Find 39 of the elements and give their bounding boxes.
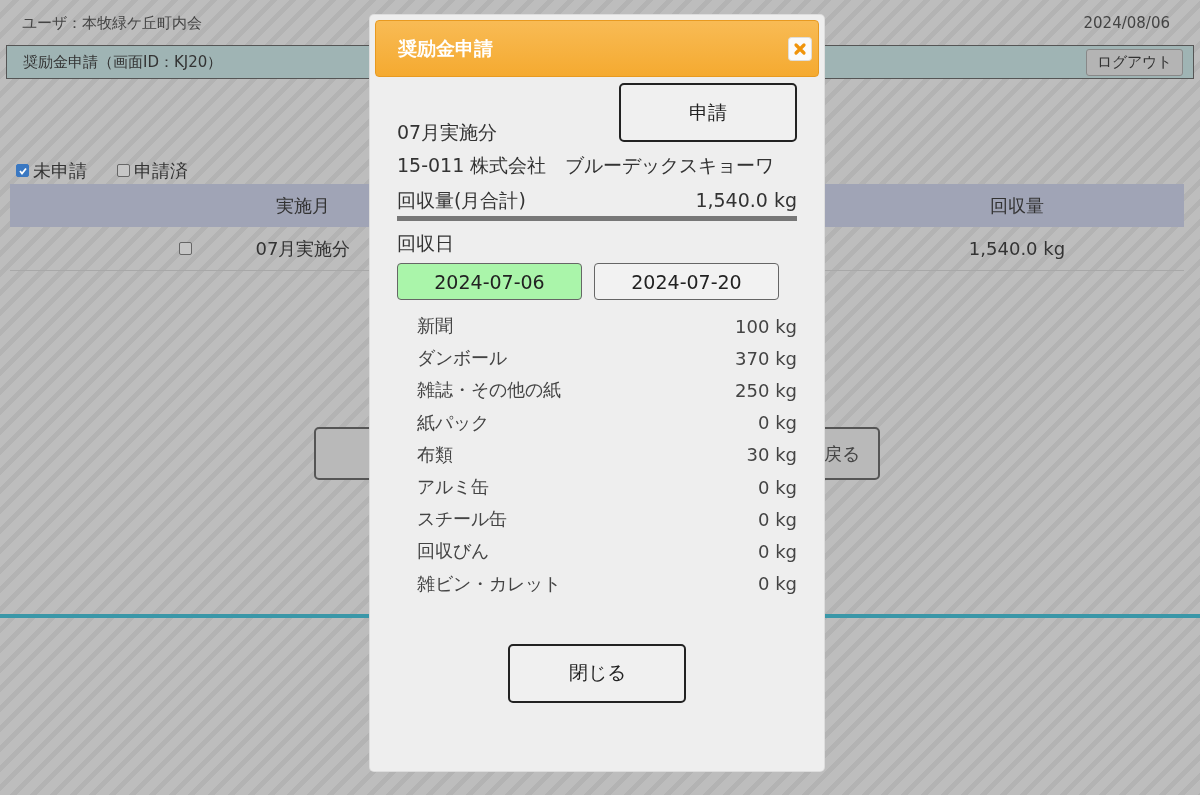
total-label: 回収量(月合計) xyxy=(397,188,526,213)
item-name: 雑ビン・カレット xyxy=(417,571,561,596)
close-button[interactable]: 閉じる xyxy=(508,643,686,703)
total-value: 1,540.0 kg xyxy=(695,188,797,213)
table-cell-text: 1,540.0 kg xyxy=(967,238,1067,259)
screen-title: 奨励金申請（画面ID：KJ20） xyxy=(23,52,223,72)
item-name: アルミ缶 xyxy=(417,475,489,500)
item-amount: 370 kg xyxy=(735,347,797,369)
item-amount: 100 kg xyxy=(735,315,797,337)
item-name: 新聞 xyxy=(417,314,453,339)
item-amount: 250 kg xyxy=(735,379,797,401)
date-label: 2024/08/06 xyxy=(1083,14,1170,34)
logout-button[interactable]: ログアウト xyxy=(1086,48,1183,76)
row-checkbox[interactable] xyxy=(179,242,192,255)
item-name: スチール缶 xyxy=(417,507,507,532)
user-label: ユーザ：本牧緑ケ丘町内会 xyxy=(22,14,202,34)
period-label: 07月実施分 xyxy=(397,120,499,145)
dialog-title: 奨励金申請 xyxy=(398,35,493,61)
item-amount: 0 kg xyxy=(757,573,797,595)
item-name: 回収びん xyxy=(417,539,489,564)
filter-checkbox[interactable] xyxy=(16,164,29,177)
date-button[interactable]: 2024-07-06 xyxy=(397,263,582,300)
table-cell-text: 07月実施分 xyxy=(254,236,352,261)
company-name: 15-011 株式会社 ブルーデックスキョーワ xyxy=(397,153,776,178)
apply-button[interactable]: 申請 xyxy=(619,83,797,142)
item-amount: 0 kg xyxy=(757,508,797,530)
item-name: 紙パック xyxy=(417,410,489,435)
filter-checkbox[interactable] xyxy=(117,164,130,177)
date-button[interactable]: 2024-07-20 xyxy=(594,263,779,300)
item-amount: 0 kg xyxy=(757,540,797,562)
date-heading: 回収日 xyxy=(397,231,455,256)
close-icon[interactable] xyxy=(788,36,812,61)
filter-label: 申請済 xyxy=(134,158,188,183)
filter-label: 未申請 xyxy=(33,158,87,183)
item-name: 布類 xyxy=(417,442,453,467)
column-header: 回収量 xyxy=(989,193,1045,218)
item-name: 雑誌・その他の紙 xyxy=(417,378,561,403)
column-header: 実施月 xyxy=(275,193,331,218)
item-name: ダンボール xyxy=(417,346,507,371)
